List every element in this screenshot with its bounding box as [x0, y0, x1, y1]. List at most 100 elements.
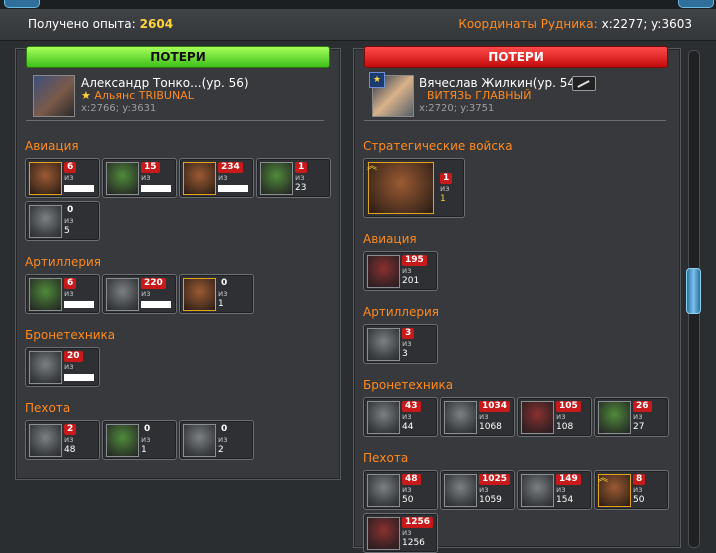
tank-icon: [598, 401, 631, 434]
attacker-unit-card[interactable]: 1 из 23: [256, 158, 331, 198]
tank-icon: [521, 401, 554, 434]
attacker-avatar[interactable]: [33, 75, 75, 117]
unit-total-count: 1068: [479, 422, 502, 432]
unit-of-label: из: [64, 289, 74, 298]
unit-total-count: 5: [64, 226, 70, 236]
unit-lost-count: 105: [556, 401, 581, 412]
unit-of-label: из: [402, 412, 412, 421]
attacker-unit-card[interactable]: 0 из 5: [25, 201, 100, 241]
edit-pencil-icon[interactable]: [572, 76, 596, 91]
attacker-category-armor: Бронетехника: [25, 328, 116, 342]
attacker-unit-card[interactable]: 0 из 1: [179, 274, 254, 314]
soldier-icon: [521, 474, 554, 507]
defender-unit-card[interactable]: 48 из 50: [363, 470, 438, 510]
scrollbar-thumb[interactable]: [686, 268, 701, 314]
attacker-name[interactable]: Александр Тонко...(ур. 56): [81, 76, 249, 90]
unit-of-label: из: [218, 435, 228, 444]
defender-unit-card[interactable]: 1025 из 1059: [440, 470, 515, 510]
aircraft-icon: [29, 162, 62, 195]
unit-of-label: из: [402, 266, 412, 275]
unit-total-count: 50: [402, 495, 414, 505]
unit-total-count: 2: [218, 445, 224, 455]
tank-icon: [367, 401, 400, 434]
top-left-tab[interactable]: [4, 0, 40, 8]
attacker-divider: [26, 120, 324, 121]
defender-unit-card[interactable]: ︽ 1 из 1: [363, 158, 465, 218]
unit-total-count: [141, 185, 171, 192]
unit-total-count: [218, 185, 248, 192]
attacker-unit-card[interactable]: 15 из: [102, 158, 177, 198]
tank-icon: [444, 401, 477, 434]
unit-of-label: из: [218, 173, 228, 182]
unit-total-count: 1: [218, 299, 224, 309]
soldier-icon: [444, 474, 477, 507]
elite-rank-icon: ︽: [598, 473, 608, 484]
mech-icon: [368, 162, 434, 214]
defender-unit-card[interactable]: 1034 из 1068: [440, 397, 515, 437]
unit-total-count: 3: [402, 349, 408, 359]
attacker-unit-card[interactable]: 234 из: [179, 158, 254, 198]
attacker-unit-card[interactable]: 20 из: [25, 347, 100, 387]
defender-unit-card[interactable]: 1256 из 1256: [363, 513, 438, 553]
defender-unit-card[interactable]: 149 из 154: [517, 470, 592, 510]
aircraft-icon: [260, 162, 293, 195]
unit-lost-count: 43: [402, 401, 421, 412]
soldier-icon: [367, 474, 400, 507]
defender-unit-card[interactable]: 3 из 3: [363, 324, 438, 364]
artillery-icon: [183, 278, 216, 311]
attacker-alliance[interactable]: ★ Альянс TRIBUNAL: [81, 89, 194, 102]
defender-unit-card[interactable]: 43 из 44: [363, 397, 438, 437]
unit-lost-count: 0: [221, 278, 228, 288]
defender-unit-card[interactable]: 105 из 108: [517, 397, 592, 437]
unit-lost-count: 149: [556, 474, 581, 485]
defender-unit-card[interactable]: 195 из 201: [363, 251, 438, 291]
attacker-coordinates: x:2766; y:3631: [81, 103, 157, 114]
mine-coordinates: Координаты Рудника: x:2277; y:3603: [458, 17, 692, 31]
rank-icon: ★: [369, 72, 385, 88]
unit-of-label: из: [440, 184, 450, 193]
unit-of-label: из: [141, 435, 151, 444]
defender-divider: [364, 120, 666, 121]
unit-total-count: 1: [440, 194, 446, 204]
unit-lost-count: 15: [141, 162, 160, 173]
unit-total-count: 27: [633, 422, 645, 432]
experience-value: 2604: [139, 17, 174, 31]
top-frame: [0, 0, 716, 9]
aircraft-icon: [183, 162, 216, 195]
elite-rank-icon: ︽: [367, 161, 377, 172]
attacker-unit-card[interactable]: 6 из: [25, 274, 100, 314]
soldier-icon: [29, 424, 62, 457]
unit-lost-count: 0: [144, 424, 151, 434]
defender-name[interactable]: Вячеслав Жилкин(ур. 54): [419, 76, 580, 90]
unit-of-label: из: [218, 289, 228, 298]
mine-coordinates-label: Координаты Рудника:: [458, 17, 598, 31]
unit-of-label: из: [633, 412, 643, 421]
artillery-icon: [29, 278, 62, 311]
unit-lost-count: 1034: [479, 401, 511, 412]
unit-of-label: из: [141, 289, 151, 298]
unit-lost-count: 0: [67, 205, 74, 215]
attacker-unit-card[interactable]: 6 из: [25, 158, 100, 198]
unit-total-count: 154: [556, 495, 574, 505]
attacker-unit-card[interactable]: 220 из: [102, 274, 177, 314]
unit-of-label: из: [64, 362, 74, 371]
attacker-unit-card[interactable]: 2 из 48: [25, 420, 100, 460]
defender-unit-card[interactable]: 26 из 27: [594, 397, 669, 437]
unit-total-count: [64, 374, 94, 381]
attacker-unit-card[interactable]: 0 из 1: [102, 420, 177, 460]
unit-of-label: из: [402, 528, 412, 537]
unit-lost-count: 6: [64, 162, 77, 173]
unit-of-label: из: [633, 485, 643, 494]
unit-lost-count: 20: [64, 351, 83, 362]
unit-total-count: [64, 185, 94, 192]
defender-coordinates: x:2720; y:3751: [419, 103, 495, 114]
defender-category-infantry: Пехота: [363, 451, 409, 465]
defender-category-strategic: Стратегические войска: [363, 139, 513, 153]
top-right-tab[interactable]: [678, 0, 714, 8]
defender-unit-card[interactable]: ︽ 8 из 50: [594, 470, 669, 510]
unit-lost-count: 8: [633, 474, 646, 485]
attacker-unit-card[interactable]: 0 из 2: [179, 420, 254, 460]
unit-total-count: 1: [141, 445, 147, 455]
unit-of-label: из: [402, 485, 412, 494]
tank-icon: [29, 351, 62, 384]
